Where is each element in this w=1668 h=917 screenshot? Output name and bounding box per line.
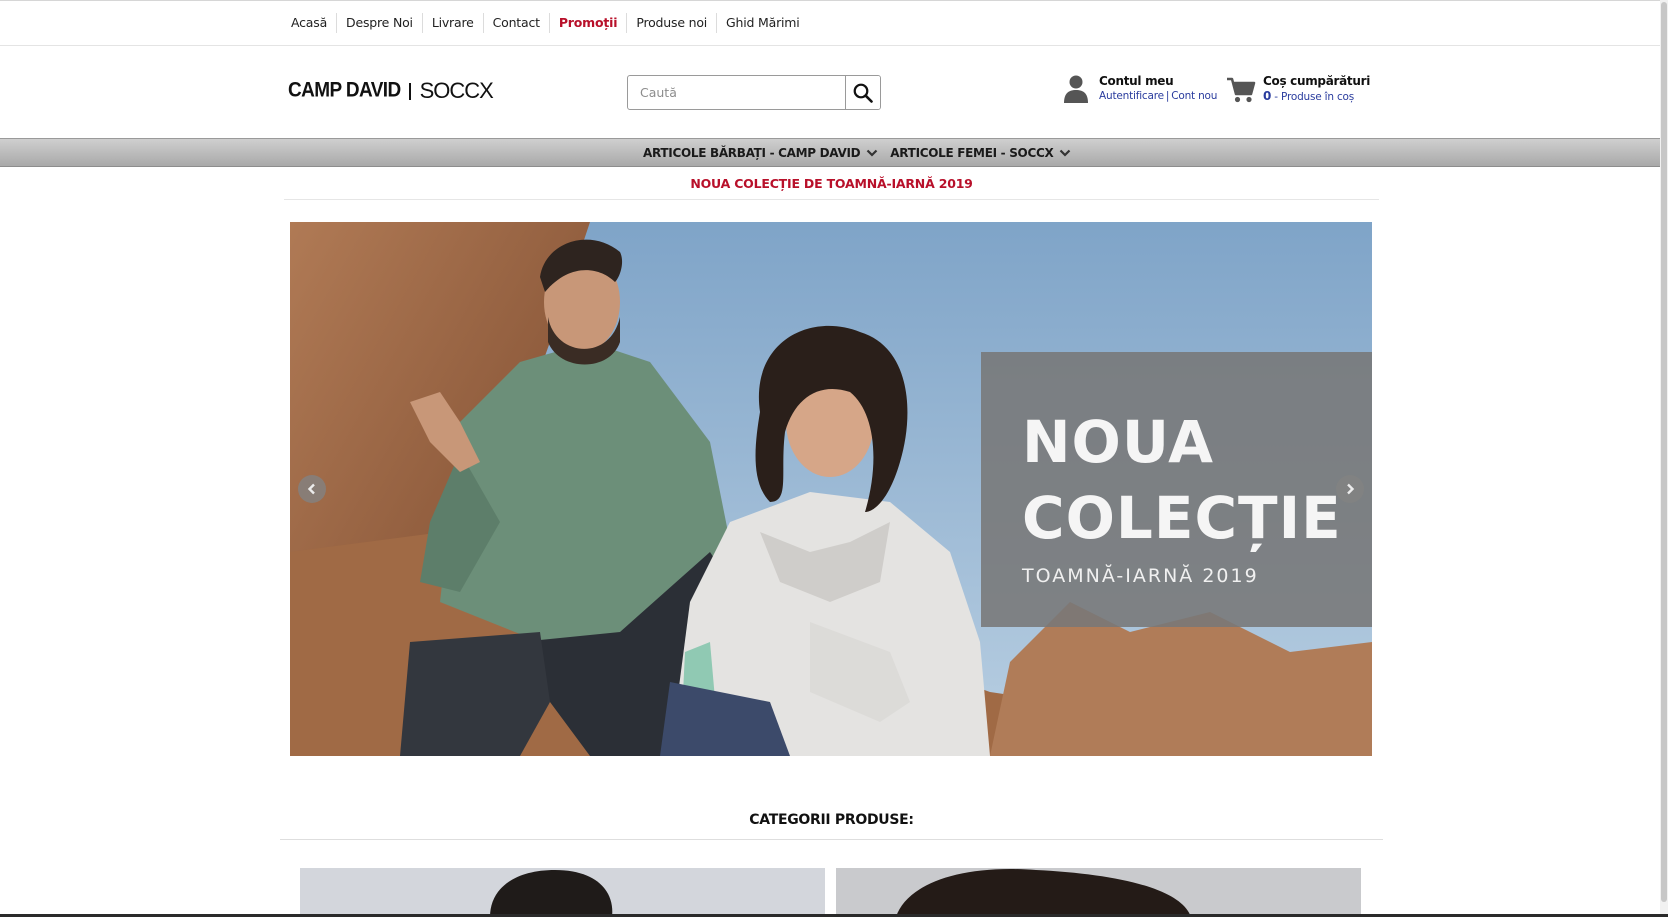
cart-count: 0 — [1263, 89, 1272, 103]
cart-icon[interactable] — [1226, 76, 1256, 104]
search-icon — [853, 83, 873, 103]
search-box — [627, 75, 881, 110]
category-image-women — [836, 868, 1361, 917]
category-tile-men[interactable] — [300, 868, 825, 917]
nav-link-new-products[interactable]: Produse noi — [627, 13, 718, 33]
account-links: Autentificare | Cont nou — [1099, 89, 1217, 103]
nav-link-about[interactable]: Despre Noi — [337, 13, 423, 33]
nav-link-home[interactable]: Acasă — [284, 13, 338, 33]
cart-title[interactable]: Coș cumpărături — [1263, 74, 1370, 89]
search-input[interactable] — [628, 76, 845, 109]
chevron-down-icon — [1060, 149, 1071, 157]
slider-next-button[interactable] — [1336, 475, 1364, 503]
page-scrollbar[interactable] — [1660, 0, 1668, 917]
promo-banner-text[interactable]: NOUA COLECȚIE DE TOAMNĂ-IARNĂ 2019 — [284, 167, 1379, 200]
menu-women-label: ARTICOLE FEMEI - SOCCX — [890, 146, 1054, 160]
site-logo[interactable]: CAMP DAVID SOCCX — [288, 78, 494, 104]
nav-link-size-guide[interactable]: Ghid Mărimi — [717, 13, 809, 33]
nav-link-delivery[interactable]: Livrare — [423, 13, 484, 33]
slider-prev-button[interactable] — [298, 475, 326, 503]
nav-link-promotions[interactable]: Promoții — [550, 13, 628, 33]
site-header: CAMP DAVID SOCCX Contul meu Autentificar… — [0, 46, 1660, 138]
logo-camp-david: CAMP DAVID — [288, 78, 401, 102]
menu-women-soccx[interactable]: ARTICOLE FEMEI - SOCCX — [890, 146, 1071, 160]
chevron-left-icon — [307, 483, 315, 495]
login-link[interactable]: Autentificare — [1099, 90, 1164, 102]
cart-dash: - — [1271, 91, 1282, 103]
chevron-down-icon — [867, 149, 878, 157]
account-title[interactable]: Contul meu — [1099, 74, 1217, 89]
register-link[interactable]: Cont nou — [1171, 90, 1217, 102]
hero-subtitle: TOAMNĂ-IARNĂ 2019 — [1022, 565, 1259, 587]
hero-title: NOUA COLECȚIE — [1022, 404, 1342, 556]
cart-summary: 0 - Produse în coș — [1263, 89, 1370, 104]
nav-link-contact[interactable]: Contact — [484, 13, 550, 33]
category-image-men — [300, 868, 825, 917]
hero-caption-box: NOUA COLECȚIE TOAMNĂ-IARNĂ 2019 — [981, 352, 1372, 627]
category-menu: ARTICOLE BĂRBAȚI - CAMP DAVID ARTICOLE F… — [643, 139, 1083, 167]
scrollbar-thumb[interactable] — [1661, 2, 1667, 902]
hero-title-line1: NOUA — [1022, 408, 1215, 476]
logo-divider — [408, 82, 411, 100]
menu-men-label: ARTICOLE BĂRBAȚI - CAMP DAVID — [643, 146, 861, 160]
logo-soccx: SOCCX — [419, 78, 494, 103]
cart-block: Coș cumpărături 0 - Produse în coș — [1226, 74, 1370, 104]
chevron-right-icon — [1347, 483, 1355, 495]
search-button[interactable] — [845, 76, 880, 109]
top-nav: Acasă Despre Noi Livrare Contact Promoți… — [284, 13, 809, 33]
categories-heading: CATEGORII PRODUSE: — [280, 802, 1383, 840]
hero-slider[interactable]: NOUA COLECȚIE TOAMNĂ-IARNĂ 2019 — [290, 222, 1372, 756]
hero-title-line2: COLECȚIE — [1022, 484, 1342, 552]
account-link-separator: | — [1165, 90, 1170, 102]
user-icon[interactable] — [1062, 74, 1090, 104]
top-utility-bar: Acasă Despre Noi Livrare Contact Promoți… — [0, 0, 1660, 46]
category-menu-bar: ARTICOLE BĂRBAȚI - CAMP DAVID ARTICOLE F… — [0, 138, 1660, 167]
category-tile-women[interactable] — [836, 868, 1361, 917]
menu-men-camp-david[interactable]: ARTICOLE BĂRBAȚI - CAMP DAVID — [643, 146, 878, 160]
account-block: Contul meu Autentificare | Cont nou — [1062, 74, 1217, 104]
cart-link[interactable]: Produse în coș — [1281, 91, 1354, 103]
